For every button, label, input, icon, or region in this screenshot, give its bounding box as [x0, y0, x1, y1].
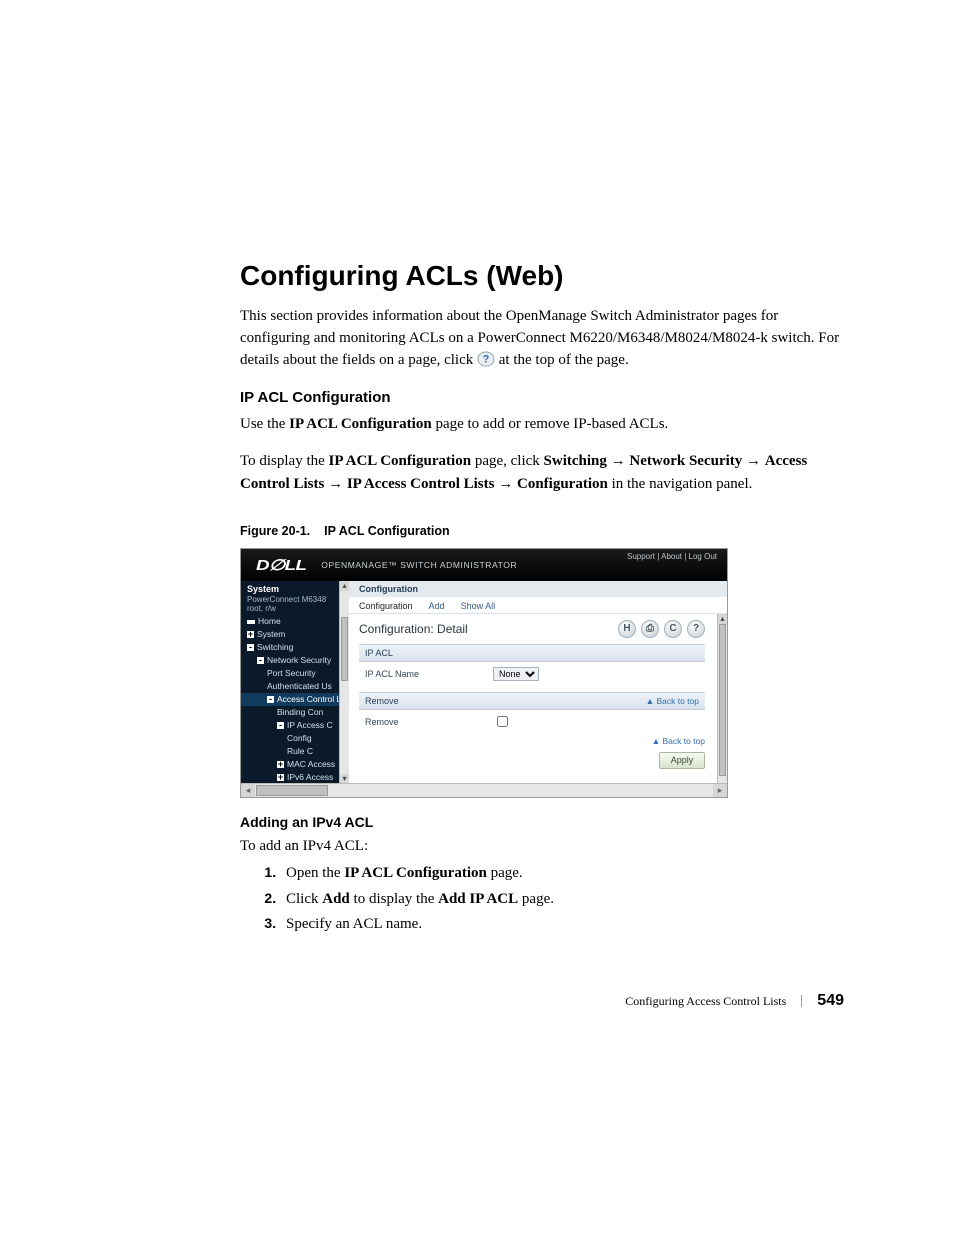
help-icon: ?: [477, 351, 495, 367]
scroll-up-icon[interactable]: ▴: [718, 614, 727, 624]
sidebar-nav: System PowerConnect M6348 root, r/w Home…: [241, 581, 349, 784]
content-scrollbar[interactable]: ▴ ▾: [717, 614, 727, 798]
sidebar-item-rule[interactable]: Rule C: [241, 745, 349, 758]
label-ipacl-name: IP ACL Name: [359, 669, 493, 679]
main-panel: Configuration Configuration Add Show All…: [349, 581, 727, 784]
row-ipacl-name: IP ACL Name None: [359, 662, 705, 686]
screenshot-ip-acl-config: D∅LL OPENMANAGE™ SWITCH ADMINISTRATOR Su…: [240, 548, 728, 798]
dell-logo: D∅LL: [241, 556, 319, 574]
tab-bar: Configuration Add Show All: [349, 597, 727, 614]
remove-checkbox[interactable]: [497, 716, 508, 727]
horizontal-scrollbar[interactable]: ◂ ▸: [241, 783, 727, 797]
navpath: Configuration: [517, 476, 608, 492]
navpath: Switching: [544, 453, 607, 469]
app-brand-text: OPENMANAGE™ SWITCH ADMINISTRATOR: [321, 560, 517, 570]
arrow-icon: →: [328, 475, 343, 492]
page-title: Configuring ACLs (Web): [240, 260, 844, 292]
sidebar-model: PowerConnect M6348: [247, 595, 343, 604]
intro-tail: at the top of the page.: [499, 352, 629, 368]
section-bar-label: IP ACL: [365, 648, 393, 658]
tab-add[interactable]: Add: [429, 601, 445, 613]
back-to-top-link[interactable]: ▲ Back to top: [652, 736, 705, 746]
sidebar-scrollbar[interactable]: ▴ ▾: [339, 581, 349, 784]
arrow-icon: →: [746, 452, 761, 469]
sidebar-item-home[interactable]: Home: [241, 615, 349, 628]
figure-title: IP ACL Configuration: [324, 524, 449, 538]
sidebar-system-title: System: [247, 584, 343, 594]
sidebar-system-block: System PowerConnect M6348 root, r/w: [241, 581, 349, 615]
navpath: IP Access Control Lists: [347, 476, 495, 492]
section-para-2: To display the IP ACL Configuration page…: [240, 450, 844, 496]
content-area: ▴ ▾ Configuration: Detail H ⎙ C ?: [349, 614, 727, 777]
ipacl-name-select[interactable]: None: [493, 667, 539, 681]
apply-button[interactable]: Apply: [659, 752, 705, 769]
svg-text:?: ?: [483, 353, 490, 365]
scroll-thumb[interactable]: [341, 617, 348, 681]
print-icon[interactable]: ⎙: [641, 620, 659, 638]
sidebar-item-auth-users[interactable]: Authenticated Us: [241, 680, 349, 693]
step-1: Open the IP ACL Configuration page.: [280, 861, 844, 887]
label-remove: Remove: [359, 717, 493, 727]
sidebar-item-network-security[interactable]: -Network Security: [241, 654, 349, 667]
footer-divider: [801, 995, 802, 1007]
navpath: Network Security: [629, 453, 742, 469]
subsection-lead: To add an IPv4 ACL:: [240, 836, 844, 858]
scroll-thumb[interactable]: [719, 624, 726, 776]
sidebar-item-config[interactable]: Config: [241, 732, 349, 745]
text-bold: IP ACL Configuration: [289, 416, 432, 432]
intro-paragraph: This section provides information about …: [240, 306, 844, 371]
sidebar-item-binding[interactable]: Binding Con: [241, 706, 349, 719]
text: page, click: [471, 453, 543, 469]
scroll-thumb[interactable]: [256, 785, 328, 796]
section-heading: IP ACL Configuration: [240, 389, 844, 406]
save-icon[interactable]: H: [618, 620, 636, 638]
tab-show-all[interactable]: Show All: [461, 601, 496, 613]
scroll-right-icon[interactable]: ▸: [713, 784, 727, 797]
sidebar-item-port-security[interactable]: Port Security: [241, 667, 349, 680]
subsection-heading: Adding an IPv4 ACL: [240, 814, 844, 830]
section-bar-label: Remove: [365, 696, 399, 706]
text: Use the: [240, 416, 289, 432]
sidebar-item-mac-access[interactable]: +MAC Access: [241, 758, 349, 771]
sidebar-user: root, r/w: [247, 604, 343, 613]
help-icon[interactable]: ?: [687, 620, 705, 638]
section-bar-ipacl: IP ACL: [359, 644, 705, 662]
page-footer: Configuring Access Control Lists 549: [240, 992, 844, 1010]
back-to-top-link[interactable]: ▲ Back to top: [646, 696, 699, 706]
text: To display the: [240, 453, 329, 469]
sidebar-item-ip-access[interactable]: -IP Access C: [241, 719, 349, 732]
footer-page-number: 549: [817, 992, 844, 1009]
sidebar-item-acl[interactable]: -Access Control L: [241, 693, 349, 706]
step-3: Specify an ACL name.: [280, 912, 844, 938]
sidebar-item-switching[interactable]: -Switching: [241, 641, 349, 654]
step-2: Click Add to display the Add IP ACL page…: [280, 887, 844, 913]
app-banner: D∅LL OPENMANAGE™ SWITCH ADMINISTRATOR Su…: [241, 549, 727, 581]
scroll-left-icon[interactable]: ◂: [241, 784, 255, 797]
text-bold: IP ACL Configuration: [329, 453, 472, 469]
refresh-icon[interactable]: C: [664, 620, 682, 638]
text: page to add or remove IP-based ACLs.: [432, 416, 669, 432]
figure-number: Figure 20-1.: [240, 524, 310, 538]
arrow-icon: →: [498, 475, 513, 492]
detail-title: Configuration: Detail: [359, 622, 468, 636]
scroll-up-icon[interactable]: ▴: [340, 581, 349, 591]
footer-chapter: Configuring Access Control Lists: [625, 994, 786, 1008]
steps-list: Open the IP ACL Configuration page. Clic…: [240, 861, 844, 938]
arrow-icon: →: [611, 452, 626, 469]
figure-caption: Figure 20-1. IP ACL Configuration: [240, 524, 844, 538]
sidebar-item-system[interactable]: +System: [241, 628, 349, 641]
section-para-1: Use the IP ACL Configuration page to add…: [240, 414, 844, 436]
row-remove: Remove: [359, 710, 705, 734]
top-links[interactable]: Support | About | Log Out: [627, 552, 717, 561]
text: in the navigation panel.: [608, 476, 753, 492]
breadcrumb: Configuration: [349, 581, 727, 597]
section-bar-remove: Remove ▲ Back to top: [359, 692, 705, 710]
tab-configuration[interactable]: Configuration: [359, 601, 413, 613]
